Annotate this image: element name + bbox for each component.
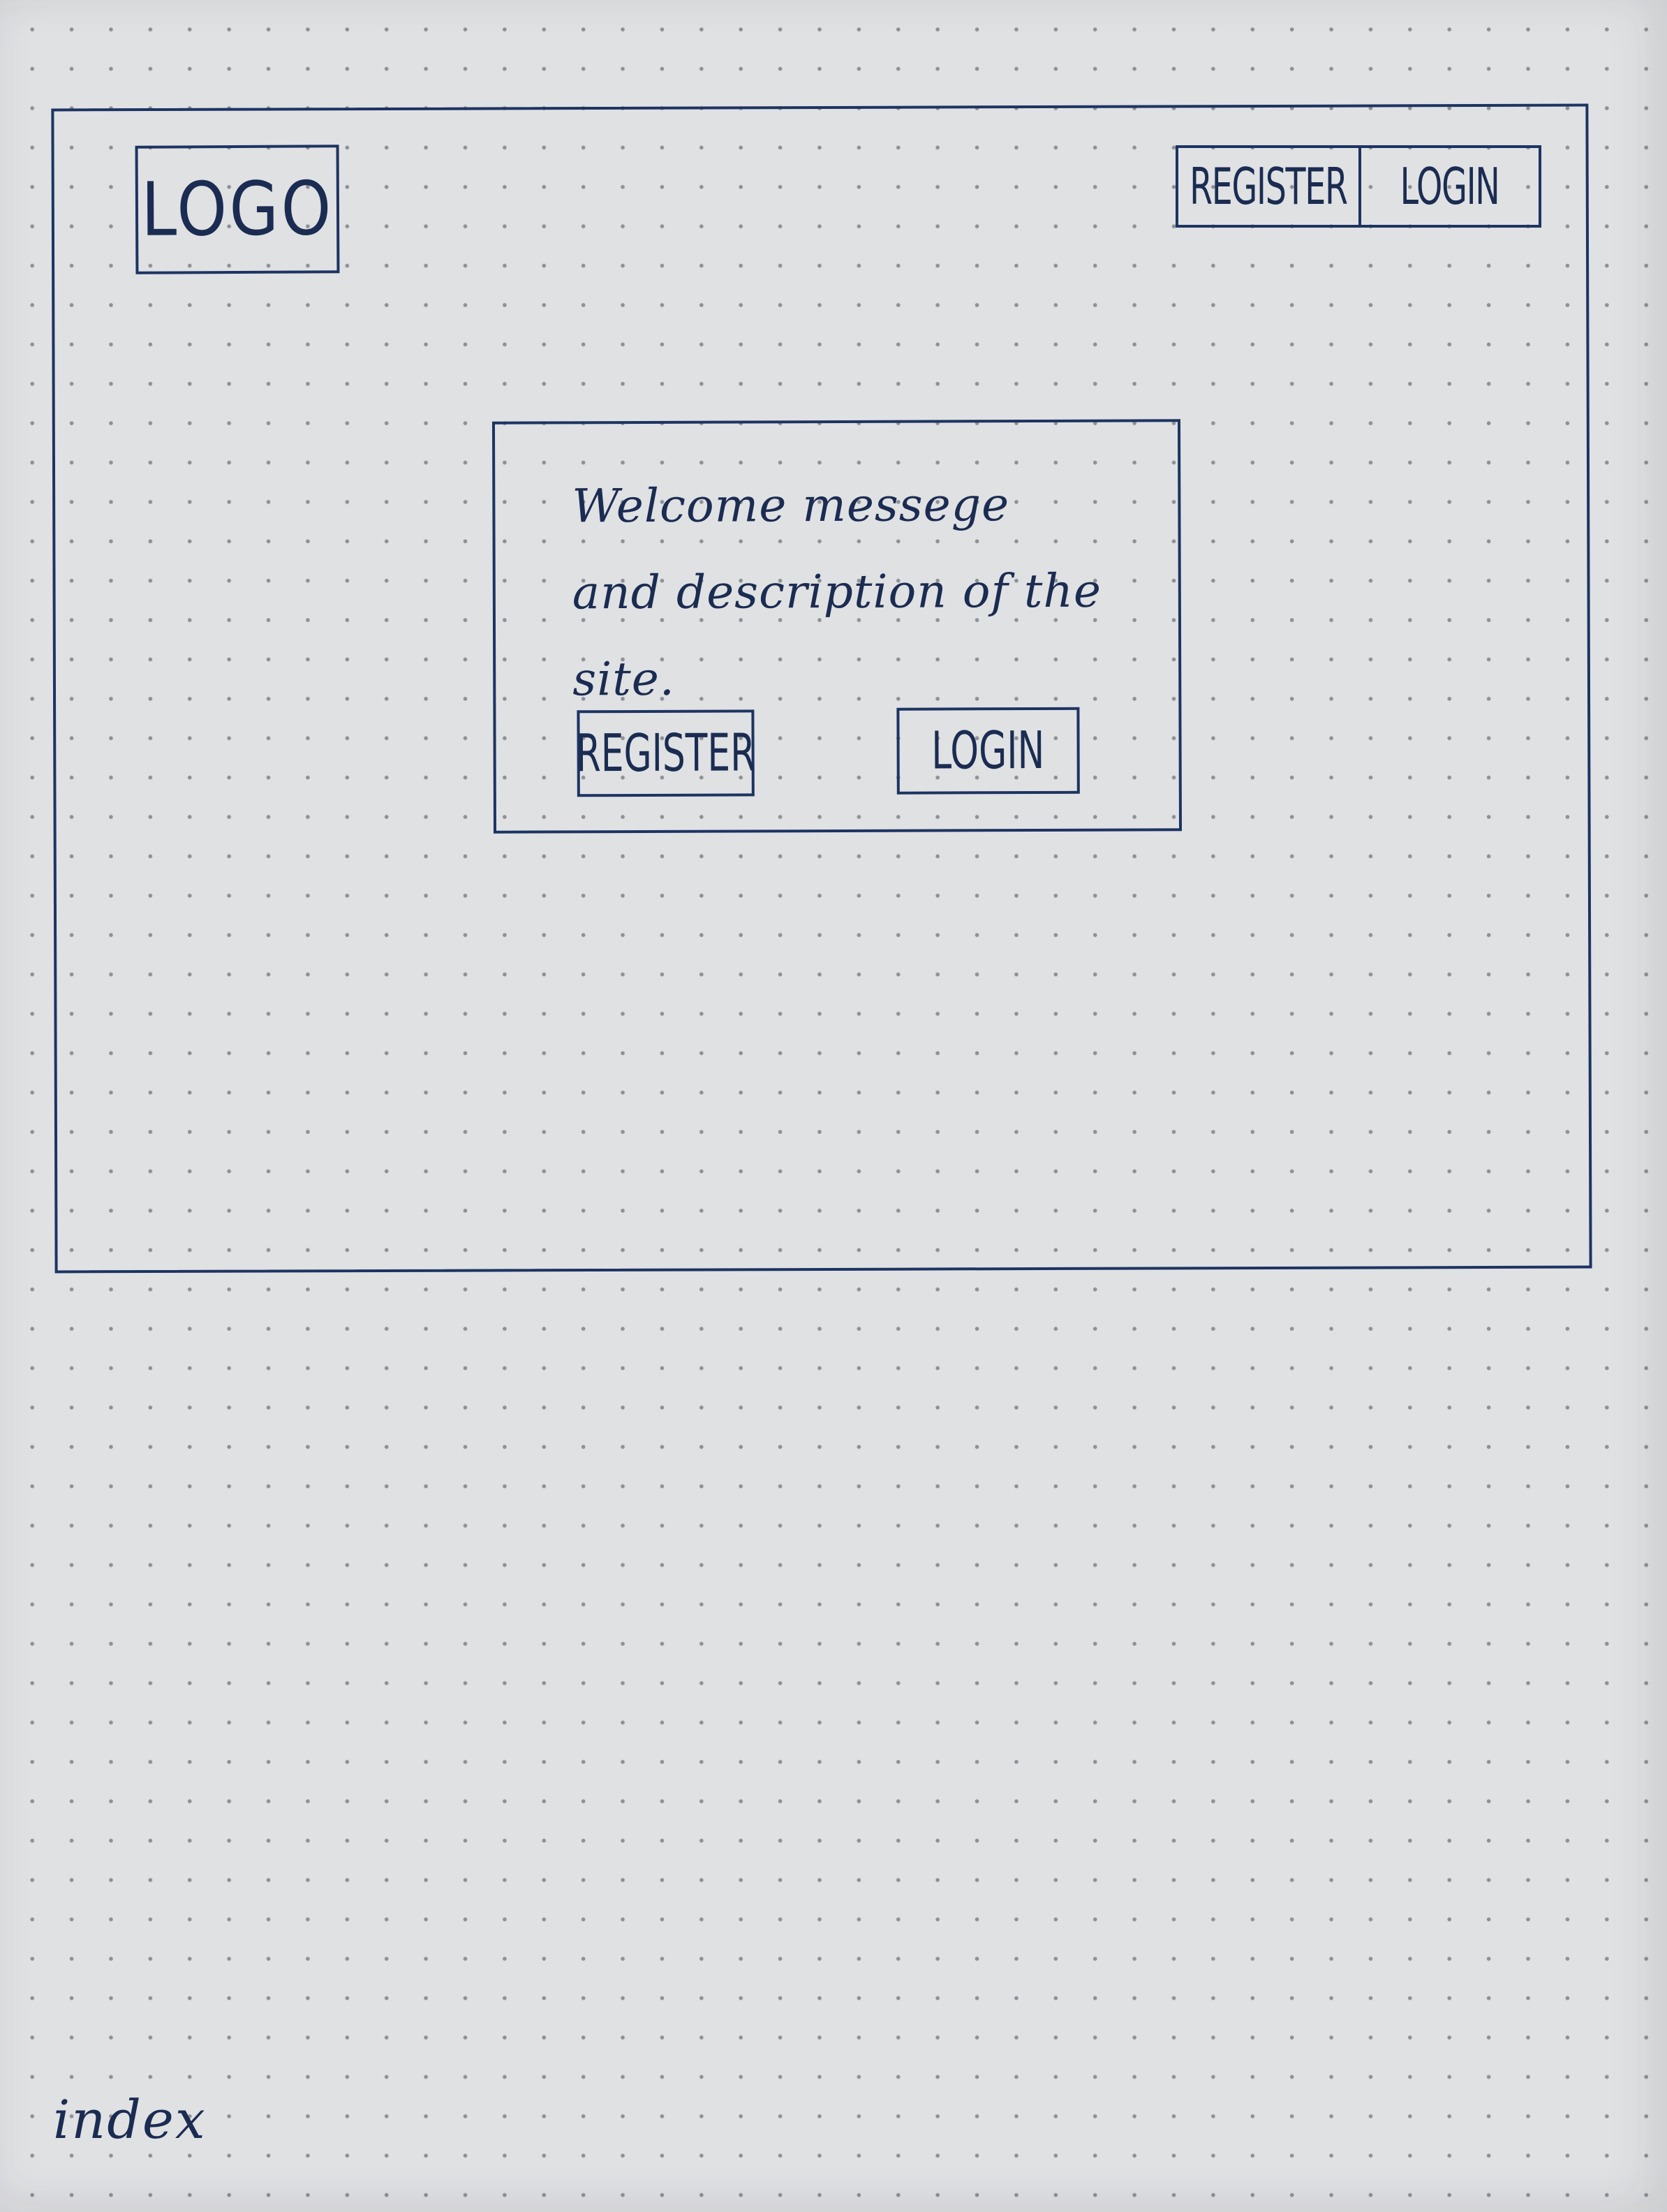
welcome-message: Welcome messege and description of the s… xyxy=(572,478,1102,707)
nav-login-button[interactable]: LOGIN xyxy=(1361,148,1539,225)
card-login-label: LOGIN xyxy=(931,720,1045,781)
header-nav: REGISTER LOGIN xyxy=(1176,145,1541,228)
card-login-button[interactable]: LOGIN xyxy=(896,707,1080,795)
nav-login-label: LOGIN xyxy=(1400,157,1500,216)
nav-register-button[interactable]: REGISTER xyxy=(1178,148,1361,225)
welcome-card: Welcome messege and description of the s… xyxy=(491,419,1183,834)
card-register-label: REGISTER xyxy=(575,723,756,784)
page-label: index xyxy=(53,2088,207,2151)
nav-register-label: REGISTER xyxy=(1190,157,1348,216)
logo-text: LOGO xyxy=(140,165,334,253)
card-register-button[interactable]: REGISTER xyxy=(575,709,756,797)
logo-box[interactable]: LOGO xyxy=(135,145,340,274)
